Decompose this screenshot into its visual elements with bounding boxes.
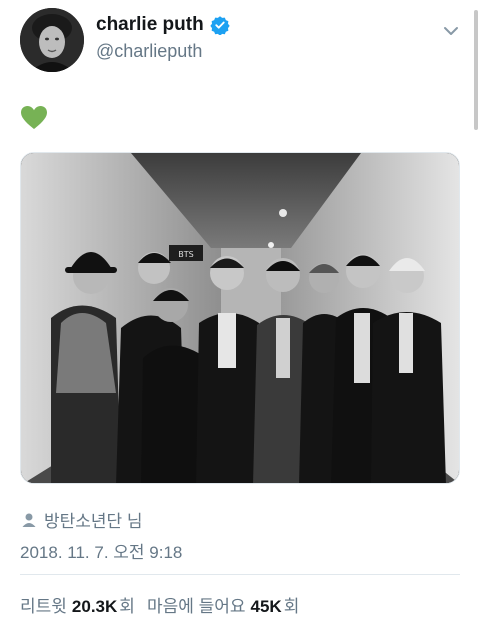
retweets-count[interactable]: 20.3K: [72, 597, 117, 617]
avatar[interactable]: [20, 8, 84, 72]
likes-label[interactable]: 마음에 들어요: [147, 592, 246, 617]
scrollbar[interactable]: [474, 10, 478, 130]
author-name-row[interactable]: charlie puth: [96, 14, 230, 36]
avatar-image: [20, 8, 84, 72]
author-display-name[interactable]: charlie puth: [96, 14, 204, 36]
verified-badge-icon: [210, 15, 230, 36]
svg-text:BTS: BTS: [178, 250, 193, 259]
green-heart-icon: [21, 106, 47, 129]
group-photo-image: BTS: [21, 153, 459, 483]
author-handle[interactable]: @charlieputh: [96, 41, 202, 62]
tweet-timestamp: 2018. 11. 7. 오전 9:18: [20, 543, 183, 562]
likes-unit: 회: [283, 597, 300, 616]
tweet-stats: 리트윗 20.3K 회 마음에 들어요 45K 회: [20, 592, 299, 617]
person-icon: [22, 513, 36, 527]
chevron-down-icon[interactable]: [442, 22, 460, 40]
retweets-unit: 회: [119, 597, 135, 616]
tagged-users-row[interactable]: 방탄소년단 님: [20, 507, 143, 532]
tweet-text: [20, 104, 48, 132]
retweets-label[interactable]: 리트윗: [20, 592, 67, 617]
divider: [20, 574, 460, 575]
tweet-header: charlie puth @charlieputh: [20, 8, 470, 76]
tweet-photo[interactable]: BTS: [20, 152, 460, 484]
tagged-users-label[interactable]: 방탄소년단 님: [44, 507, 143, 532]
likes-count[interactable]: 45K: [251, 597, 282, 617]
